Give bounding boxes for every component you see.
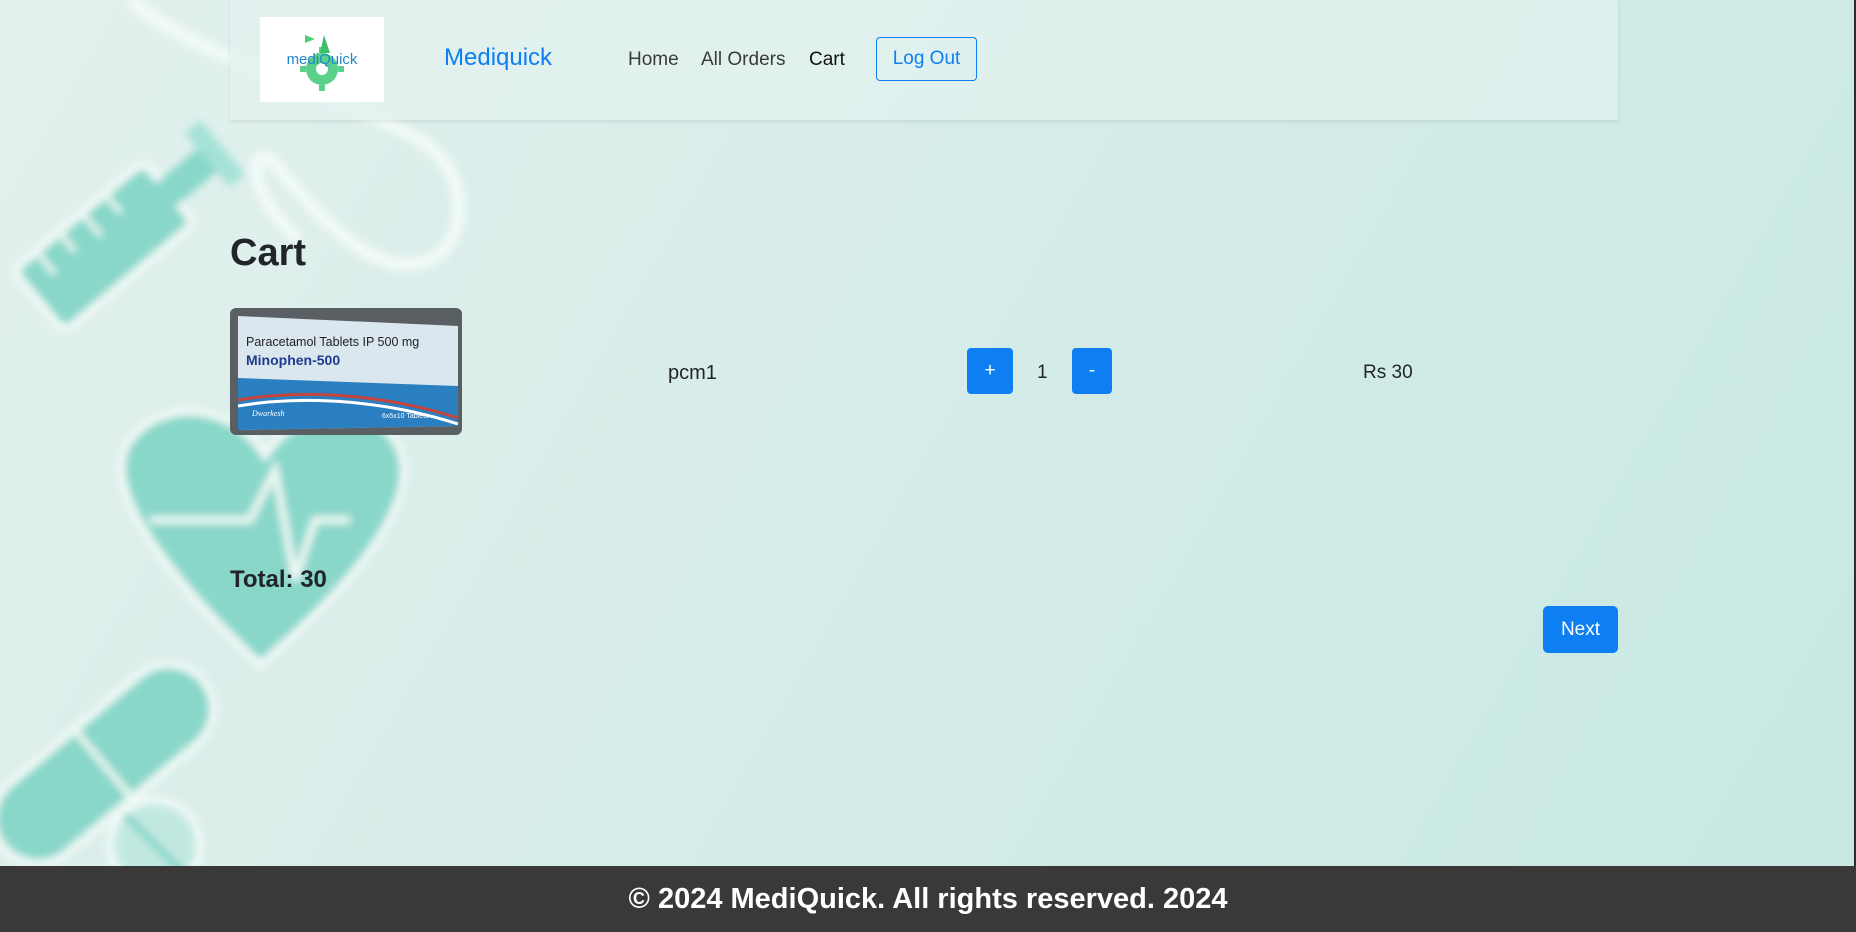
product-image: Paracetamol Tablets IP 500 mg Minophen-5… bbox=[230, 308, 462, 435]
quantity-value: 1 bbox=[1037, 362, 1048, 383]
increase-quantity-button[interactable]: + bbox=[967, 348, 1013, 394]
item-price: Rs 30 bbox=[1363, 362, 1413, 383]
product-image-line2: Minophen-500 bbox=[246, 352, 340, 368]
logo[interactable]: mediQuick bbox=[260, 17, 384, 102]
footer: © 2024 MediQuick. All rights reserved. 2… bbox=[0, 866, 1856, 932]
nav-home[interactable]: Home bbox=[628, 49, 679, 71]
brand-link[interactable]: Mediquick bbox=[444, 44, 552, 72]
cart-item-row: Paracetamol Tablets IP 500 mg Minophen-5… bbox=[230, 308, 1618, 436]
nav-all-orders[interactable]: All Orders bbox=[701, 49, 785, 71]
logo-text: mediQuick bbox=[286, 51, 358, 68]
logout-button[interactable]: Log Out bbox=[876, 37, 977, 81]
footer-text: © 2024 MediQuick. All rights reserved. 2… bbox=[628, 882, 1228, 915]
item-name: pcm1 bbox=[668, 362, 717, 384]
page-title: Cart bbox=[230, 232, 307, 274]
cart-total: Total: 30 bbox=[230, 566, 327, 593]
product-image-line1: Paracetamol Tablets IP 500 mg bbox=[246, 335, 419, 349]
product-image-brand: Dwarkesh bbox=[251, 409, 284, 418]
product-image-line3: 6x5x10 Tablets bbox=[382, 413, 429, 420]
navbar: mediQuick Mediquick Home All Orders Cart… bbox=[230, 0, 1618, 120]
nav-cart[interactable]: Cart bbox=[809, 49, 845, 71]
next-button[interactable]: Next bbox=[1543, 606, 1618, 653]
decrease-quantity-button[interactable]: - bbox=[1072, 348, 1112, 394]
